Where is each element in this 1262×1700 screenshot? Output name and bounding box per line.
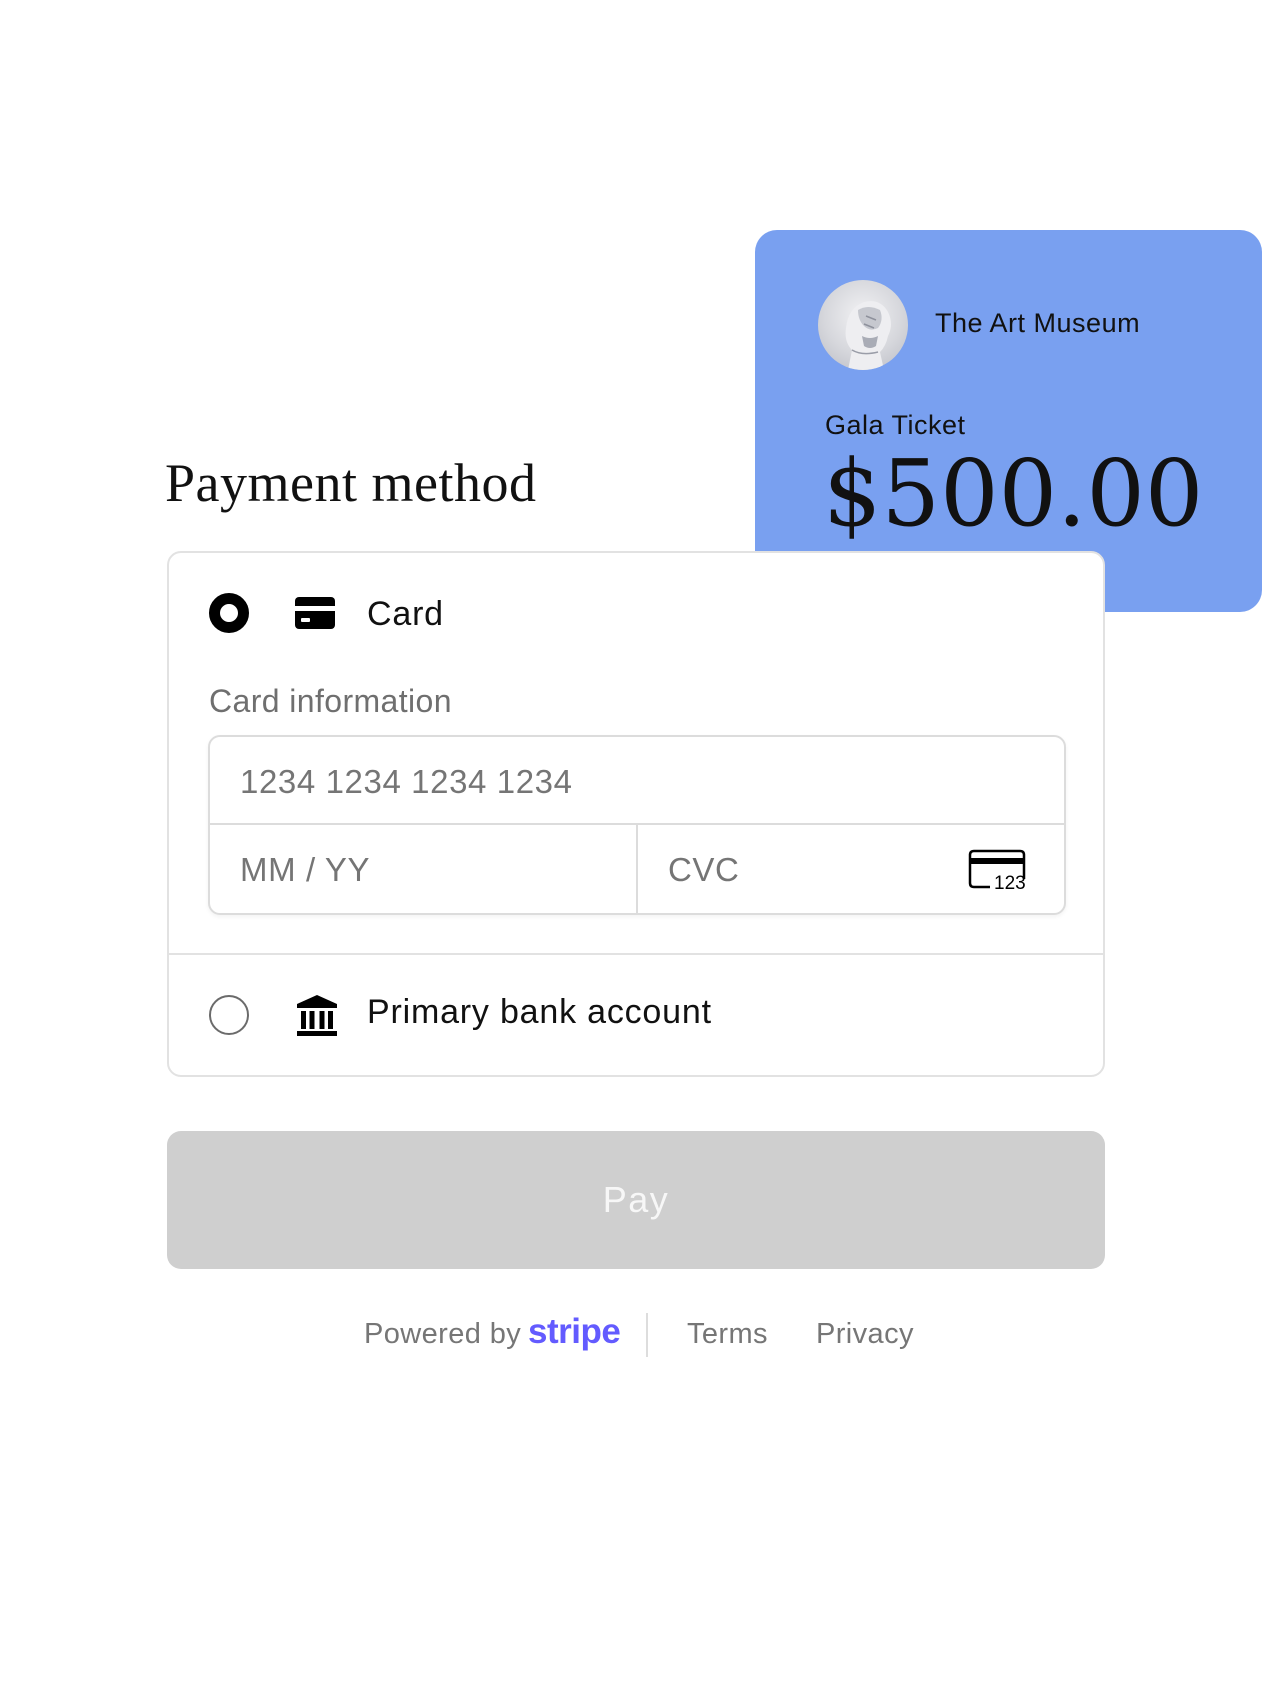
cvc-field[interactable]: CVC 123 (638, 825, 1064, 913)
privacy-link[interactable]: Privacy (816, 1318, 914, 1351)
card-fields-group: 1234 1234 1234 1234 MM / YY CVC 123 (208, 735, 1066, 915)
item-name: Gala Ticket (825, 410, 966, 440)
card-information-label: Card information (209, 683, 452, 719)
terms-link[interactable]: Terms (687, 1318, 768, 1351)
item-price: $500.00 (823, 440, 1204, 547)
merchant-name: The Art Museum (935, 308, 1141, 338)
cvc-icon-text: 123 (994, 873, 1026, 891)
cvc-placeholder: CVC (668, 851, 740, 888)
payment-method-card[interactable]: Card Card information 1234 1234 1234 123… (169, 553, 1103, 955)
stripe-logo[interactable]: stripe (528, 1312, 621, 1352)
credit-card-icon (295, 597, 335, 634)
pay-button-label: Pay (602, 1179, 670, 1220)
expiry-date-field[interactable]: MM / YY (210, 825, 638, 913)
powered-by-text: Powered by (364, 1318, 522, 1350)
card-radio-button[interactable] (209, 593, 249, 633)
payment-method-bank[interactable]: Primary bank account (169, 953, 1103, 1077)
footer-divider (646, 1313, 648, 1357)
merchant-avatar (818, 280, 908, 370)
page-title: Payment method (165, 453, 537, 513)
card-number-placeholder: 1234 1234 1234 1234 (240, 763, 573, 800)
bank-icon (295, 993, 339, 1042)
method-label-bank: Primary bank account (367, 993, 712, 1031)
statue-head-icon (845, 301, 891, 370)
payment-methods-box: Card Card information 1234 1234 1234 123… (167, 551, 1105, 1077)
card-number-field[interactable]: 1234 1234 1234 1234 (210, 737, 1064, 825)
footer: Powered by stripe Terms Privacy (0, 1312, 1262, 1360)
cvc-card-icon: 123 (968, 849, 1026, 896)
bank-radio-button[interactable] (209, 995, 249, 1035)
expiry-placeholder: MM / YY (240, 851, 371, 888)
pay-button[interactable]: Pay (167, 1131, 1105, 1269)
method-label-card: Card (367, 595, 444, 633)
